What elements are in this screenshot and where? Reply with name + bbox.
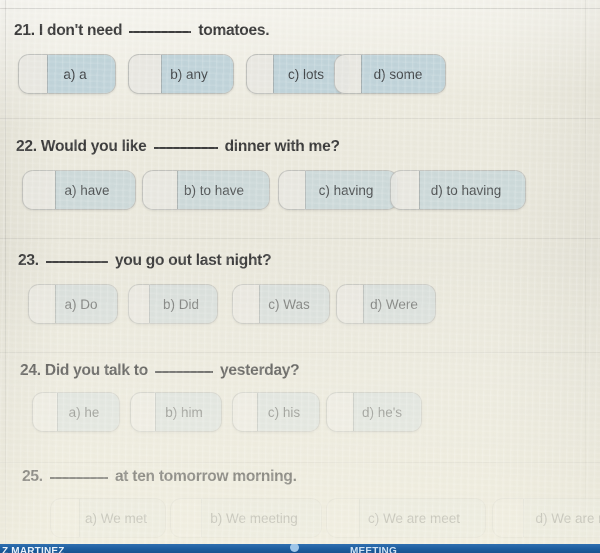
option-label: a) a <box>63 66 87 82</box>
question-24-blank <box>154 371 213 373</box>
question-22-number: 22. <box>16 138 37 155</box>
question-25-text: 25. at ten tomorrow morning. <box>22 468 297 486</box>
question-22-option-b[interactable]: b) to have <box>142 170 270 210</box>
question-23-number: 23. <box>18 252 39 269</box>
question-24-text-after: yesterday? <box>220 362 300 379</box>
option-label: b) any <box>170 66 208 82</box>
question-25-option-b[interactable]: b) We meeting <box>170 498 322 538</box>
option-label: a) We met <box>84 510 147 526</box>
question-22-option-a[interactable]: a) have <box>22 170 136 210</box>
question-24-text-before: Did you talk to <box>44 362 148 379</box>
question-25-option-d[interactable]: d) We are mee <box>492 498 600 538</box>
paper-rule-line <box>0 118 600 119</box>
option-label: b) to have <box>183 182 245 198</box>
option-label: b) him <box>165 404 203 420</box>
option-label: d) Were <box>370 296 418 312</box>
question-23-text-after: you go out last night? <box>114 252 272 269</box>
question-22-text: 22. Would you like dinner with me? <box>16 138 340 156</box>
option-label: c) Was <box>268 296 310 312</box>
question-25-option-a[interactable]: a) We met <box>50 498 166 538</box>
question-25-blank <box>49 477 108 479</box>
question-22-text-after: dinner with me? <box>224 138 340 155</box>
taskbar[interactable]: Z MARTINEZ MEETING <box>0 544 600 553</box>
question-21-text: 21. I don't need tomatoes. <box>14 22 270 40</box>
question-24-text: 24. Did you talk to yesterday? <box>20 362 300 380</box>
option-label: d) to having <box>430 182 502 198</box>
option-label: c) We are meet <box>367 510 461 526</box>
option-label: d) he's <box>361 404 403 420</box>
option-label: b) We meeting <box>210 510 298 526</box>
question-23-option-c[interactable]: c) Was <box>232 284 330 324</box>
option-label: c) his <box>267 404 301 420</box>
question-21-blank <box>129 31 192 33</box>
taskbar-meeting-label: MEETING <box>350 546 397 553</box>
paper-margin-line <box>585 0 586 553</box>
question-23-text: 23. you go out last night? <box>18 252 272 270</box>
paper-rule-line <box>0 352 600 353</box>
question-22-blank <box>153 147 218 149</box>
question-23-blank <box>45 261 108 263</box>
option-label: b) Did <box>162 296 199 312</box>
question-21-number: 21. <box>14 22 35 39</box>
question-25-option-c[interactable]: c) We are meet <box>326 498 486 538</box>
paper-margin-line <box>5 0 6 553</box>
question-25-text-after: at ten tomorrow morning. <box>114 468 297 485</box>
question-21-option-a[interactable]: a) a <box>18 54 116 94</box>
question-24-option-b[interactable]: b) him <box>130 392 222 432</box>
taskbar-status-icon <box>290 544 299 552</box>
question-25-number: 25. <box>22 468 43 485</box>
worksheet-page: 21. I don't need tomatoes. a) a b) any c… <box>0 0 600 553</box>
question-22-option-d[interactable]: d) to having <box>390 170 526 210</box>
question-21-option-d[interactable]: d) some <box>334 54 446 94</box>
option-label: c) having <box>318 182 374 198</box>
question-21-text-before: I don't need <box>38 22 123 39</box>
question-24-option-a[interactable]: a) he <box>32 392 120 432</box>
question-21-text-after: tomatoes. <box>198 22 270 39</box>
question-22-option-c[interactable]: c) having <box>278 170 398 210</box>
taskbar-user-label: Z MARTINEZ <box>2 546 65 553</box>
paper-rule-line <box>0 462 600 463</box>
paper-rule-line <box>0 238 600 239</box>
question-23-option-b[interactable]: b) Did <box>128 284 218 324</box>
option-label: a) have <box>64 182 110 198</box>
option-label: d) We are mee <box>535 510 600 526</box>
question-22-text-before: Would you like <box>40 138 147 155</box>
option-label: d) some <box>373 66 423 82</box>
question-24-number: 24. <box>20 362 41 379</box>
option-label: a) he <box>68 404 100 420</box>
question-23-option-d[interactable]: d) Were <box>336 284 436 324</box>
question-23-option-a[interactable]: a) Do <box>28 284 118 324</box>
question-24-option-d[interactable]: d) he's <box>326 392 422 432</box>
question-24-option-c[interactable]: c) his <box>232 392 320 432</box>
option-label: a) Do <box>64 296 98 312</box>
question-21-option-b[interactable]: b) any <box>128 54 234 94</box>
paper-rule-line <box>0 8 600 9</box>
